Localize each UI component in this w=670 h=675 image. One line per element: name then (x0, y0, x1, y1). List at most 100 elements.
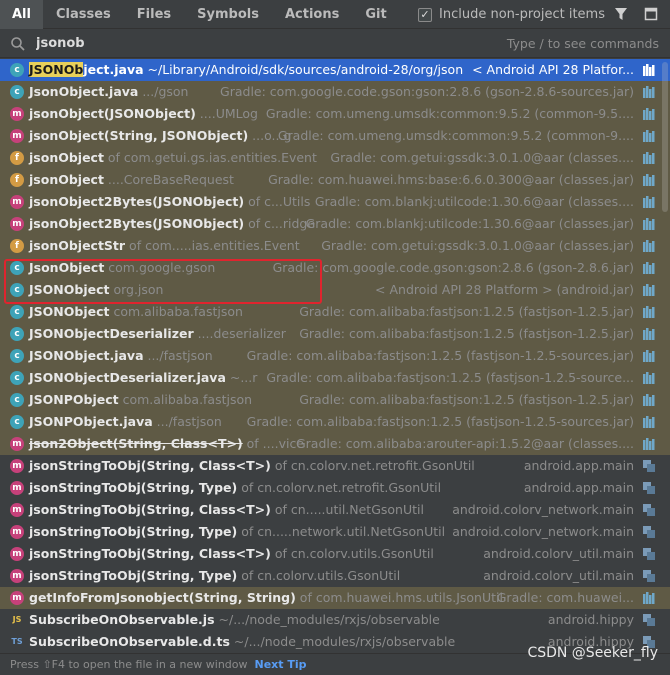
tab-symbols[interactable]: Symbols (184, 0, 272, 29)
result-row[interactable]: m jsonObject2Bytes(JSONObject) of c...Uti… (0, 191, 670, 213)
method-icon: m (10, 481, 24, 495)
method-icon: m (10, 569, 24, 583)
next-tip-link[interactable]: Next Tip (255, 658, 307, 671)
class-icon: c (10, 305, 24, 319)
result-name-text: jsonObject(String, JSONObject) (29, 128, 249, 143)
include-non-project-toggle[interactable]: ✓ Include non-project items (418, 0, 605, 29)
result-name: jsonObject of com.getui.gs.ias.entities.… (29, 147, 317, 169)
result-name: jsonStringToObj(String, Class<T>) of cn.… (29, 455, 475, 477)
result-name: JSONObject.java .../fastjson (29, 345, 213, 367)
result-name-text: jsonObject (29, 150, 104, 165)
class-icon: c (10, 327, 24, 341)
tab-actions[interactable]: Actions (272, 0, 352, 29)
search-input[interactable] (36, 36, 336, 51)
tab-all[interactable]: All (0, 0, 43, 29)
library-icon (643, 240, 655, 252)
library-icon (643, 394, 655, 406)
result-row[interactable]: m jsonStringToObj(String, Class<T>) of cn… (0, 499, 670, 521)
result-source: < Android API 28 Platfor... (472, 62, 634, 77)
class-icon: c (10, 63, 24, 77)
module-icon (643, 526, 655, 538)
result-location: of com.....ias.entities.Event (125, 238, 300, 253)
result-name: getInfoFromJsonobject(String, String) of… (29, 587, 503, 609)
result-name: jsonObject(JSONObject) ....UMLog (29, 103, 258, 125)
result-location: ....deserializer (193, 326, 286, 341)
result-row[interactable]: c JSONPObject.java .../fastjson Gradle: co… (0, 411, 670, 433)
library-icon (643, 438, 655, 450)
result-name: json2Object(String, Class<T>) of ....vic… (29, 433, 304, 455)
result-row[interactable]: m jsonStringToObj(String, Type) of cn....… (0, 521, 670, 543)
open-in-window-icon[interactable] (644, 7, 658, 21)
method-icon: m (10, 195, 24, 209)
result-row[interactable]: m jsonStringToObj(String, Class<T>) of cn… (0, 543, 670, 565)
result-source: Gradle: com.alibaba:fastjson:1.2.5 (fast… (246, 348, 634, 363)
result-location: .../fastjson (143, 348, 213, 363)
result-row[interactable]: c JsonObject com.google.gson Gradle: com.g… (0, 257, 670, 279)
result-location: org.json (109, 282, 164, 297)
result-name-text: JSONObjectDeserializer.java (29, 370, 226, 385)
result-source: Gradle: com.getui:gssdk:3.0.1.0@aar (cla… (321, 238, 634, 253)
result-row[interactable]: m jsonObject(JSONObject) ....UMLog Gradle:… (0, 103, 670, 125)
result-row[interactable]: m jsonObject2Bytes(JSONObject) of c...rid… (0, 213, 670, 235)
result-location: of cn.....util.NetGsonUtil (270, 502, 424, 517)
include-checkbox[interactable]: ✓ (418, 7, 432, 22)
result-name-text: jsonObject2Bytes(JSONObject) (29, 216, 245, 231)
result-row[interactable]: m jsonObject(String, JSONObject) ...o...g… (0, 125, 670, 147)
method-icon: m (10, 437, 24, 451)
result-source: Gradle: com.alibaba:arouter-api:1.5.2@aa… (295, 436, 634, 451)
result-row[interactable]: c JsonObject.java .../gson Gradle: com.goo… (0, 81, 670, 103)
result-row[interactable]: f jsonObject ....CoreBaseRequest Gradle: c… (0, 169, 670, 191)
result-name-match: JSONOb (29, 62, 84, 77)
scrollbar[interactable] (662, 62, 668, 212)
method-icon: m (10, 547, 24, 561)
result-name: JSONObjectDeserializer ....deserializer (29, 323, 286, 345)
library-icon (643, 152, 655, 164)
result-source: Gradle: com.umeng.umsdk:common:9.5.2 (co… (265, 106, 634, 121)
result-location: .../gson (138, 84, 189, 99)
result-row[interactable]: m jsonStringToObj(String, Type) of cn.col… (0, 477, 670, 499)
result-source: Gradle: com.google.code.gson:gson:2.8.6 … (220, 84, 634, 99)
tab-classes[interactable]: Classes (43, 0, 124, 29)
result-row[interactable]: m json2Object(String, Class<T>) of ....vi… (0, 433, 670, 455)
result-location: ~/Library/Android/sdk/sources/android-28… (143, 62, 464, 77)
result-source: Gradle: com.alibaba:fastjson:1.2.5 (fast… (299, 326, 634, 341)
result-row[interactable]: f jsonObject of com.getui.gs.ias.entities… (0, 147, 670, 169)
result-row[interactable]: JS SubscribeOnObservable.js ~/.../node_mo… (0, 609, 670, 631)
result-row[interactable]: m jsonStringToObj(String, Class<T>) of cn… (0, 455, 670, 477)
tab-git[interactable]: Git (352, 0, 399, 29)
result-name-text: jsonObject(JSONObject) (29, 106, 196, 121)
result-location: of cn.colorv.net.retrofit.GsonUtil (270, 458, 475, 473)
result-location: .../fastjson (152, 414, 222, 429)
result-name-text: jsonStringToObj(String, Type) (29, 480, 238, 495)
class-icon: c (10, 349, 24, 363)
result-name-text: jsonStringToObj(String, Class<T>) (29, 502, 271, 517)
result-row[interactable]: c JSONObject org.json < Android API 28 Pla… (0, 279, 670, 301)
result-name-text: jsonObject2Bytes(JSONObject) (29, 194, 245, 209)
result-source: Gradle: com.umeng.umsdk:common:9.5.2 (co… (277, 128, 634, 143)
result-name: JSONObject.java ~/Library/Android/sdk/so… (29, 59, 463, 81)
result-row[interactable]: c JSONObjectDeserializer ....deserializer… (0, 323, 670, 345)
result-location: of cn.colorv.utils.GsonUtil (237, 568, 401, 583)
tab-files[interactable]: Files (124, 0, 184, 29)
result-name-text: JSONObjectDeserializer (29, 326, 194, 341)
result-name-text: jsonObjectStr (29, 238, 126, 253)
result-name: jsonObject2Bytes(JSONObject) of c...Util… (29, 191, 310, 213)
result-row[interactable]: c JSONObject.java ~/Library/Android/sdk/s… (0, 59, 670, 81)
result-row[interactable]: c JSONPObject com.alibaba.fastjson Gradle:… (0, 389, 670, 411)
result-row[interactable]: c JSONObject com.alibaba.fastjson Gradle: … (0, 301, 670, 323)
result-row[interactable]: c JSONObjectDeserializer.java ~...r Gradle… (0, 367, 670, 389)
result-row[interactable]: c JSONObject.java .../fastjson Gradle: com… (0, 345, 670, 367)
library-icon (643, 372, 655, 384)
library-icon (643, 108, 655, 120)
result-source: Gradle: com.alibaba:fastjson:1.2.5 (fast… (246, 414, 634, 429)
library-icon (643, 174, 655, 186)
result-row[interactable]: m getInfoFromJsonobject(String, String) o… (0, 587, 670, 609)
result-row[interactable]: m jsonStringToObj(String, Type) of cn.col… (0, 565, 670, 587)
library-icon (643, 592, 655, 604)
class-icon: c (10, 85, 24, 99)
result-source: Gradle: com.alibaba:fastjson:1.2.5 (fast… (299, 304, 634, 319)
result-row[interactable]: f jsonObjectStr of com.....ias.entities.E… (0, 235, 670, 257)
filter-icon[interactable] (614, 7, 628, 21)
method-icon: m (10, 503, 24, 517)
result-name: jsonStringToObj(String, Type) of cn.colo… (29, 477, 441, 499)
